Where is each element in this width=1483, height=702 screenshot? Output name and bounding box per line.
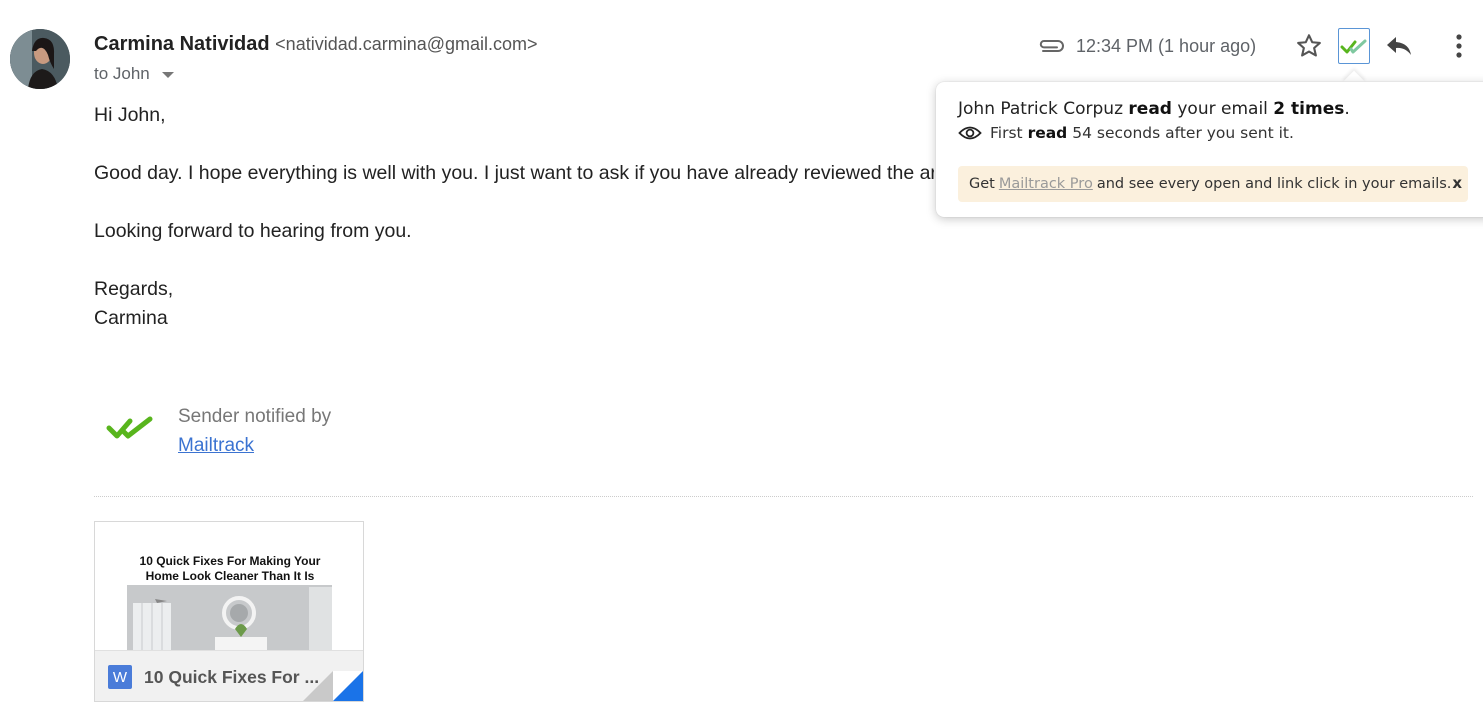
email-view: Carmina Natividad <natividad.carmina@gma… — [0, 0, 1483, 702]
attachment-card[interactable]: 10 Quick Fixes For Making Your Home Look… — [94, 521, 364, 702]
attachment-preview-title: 10 Quick Fixes For Making Your Home Look… — [139, 554, 321, 583]
banner-get: Get — [969, 176, 995, 192]
attachment-filename: 10 Quick Fixes For ... — [144, 666, 320, 687]
first-read-word: read — [1027, 124, 1068, 142]
sender-line: Carmina Natividad <natividad.carmina@gma… — [94, 33, 538, 56]
email-timestamp[interactable]: 12:34 PM (1 hour ago) — [1076, 36, 1256, 57]
body-paragraph: Looking forward to hearing from you. — [94, 220, 412, 242]
mailtrack-read-popover: John Patrick Corpuz read your email 2 ti… — [936, 82, 1483, 217]
mailtrack-check-icon — [106, 416, 153, 439]
summary-mid: your email — [1177, 99, 1268, 119]
more-options-button[interactable] — [1443, 28, 1475, 64]
read-summary: John Patrick Corpuz read your email 2 ti… — [958, 99, 1350, 119]
body-closing: Regards, — [94, 278, 174, 300]
first-read-line: First read 54 seconds after you sent it. — [958, 124, 1294, 142]
body-signature-name: Carmina — [94, 307, 168, 329]
first-prefix: First — [990, 124, 1023, 142]
attachment-corner-fold — [303, 671, 363, 701]
recipient-details[interactable]: to John — [94, 64, 174, 84]
reply-icon — [1387, 37, 1411, 55]
sender-avatar[interactable] — [10, 29, 70, 89]
header-meta: 12:34 PM (1 hour ago) — [1036, 28, 1256, 64]
reply-button[interactable] — [1383, 28, 1415, 64]
paperclip-icon — [1039, 40, 1064, 52]
banner-text: and see every open and link click in you… — [1096, 176, 1452, 192]
body-greeting: Hi John, — [94, 104, 166, 126]
chevron-down-icon[interactable] — [161, 72, 174, 78]
recipient-label: to John — [94, 64, 150, 83]
attachment-preview-image — [127, 585, 332, 651]
sender-notified-text: Sender notified by — [178, 406, 332, 427]
read-word: read — [1128, 99, 1172, 119]
eye-icon — [958, 126, 982, 140]
mailtrack-status-button[interactable] — [1338, 28, 1370, 64]
word-file-icon: W — [108, 665, 132, 689]
mailtrack-link[interactable]: Mailtrack — [178, 435, 254, 457]
reader-name: John Patrick Corpuz — [958, 99, 1123, 119]
sender-name[interactable]: Carmina Natividad — [94, 33, 270, 55]
room-photo — [127, 585, 332, 651]
mailtrack-pro-link[interactable]: Mailtrack Pro — [999, 176, 1093, 192]
star-button[interactable] — [1293, 28, 1325, 64]
avatar-photo — [10, 29, 70, 89]
first-read-detail: 54 seconds after you sent it. — [1072, 124, 1294, 142]
more-vert-icon — [1456, 34, 1462, 58]
close-icon[interactable]: x — [1452, 174, 1462, 192]
read-count: 2 times — [1273, 99, 1345, 119]
mailtrack-double-check-icon — [1340, 39, 1367, 54]
body-paragraph: Good day. I hope everything is well with… — [94, 162, 934, 184]
attachment-divider — [94, 496, 1473, 497]
upgrade-banner: Get Mailtrack Pro and see every open and… — [958, 166, 1468, 202]
star-icon — [1297, 34, 1321, 57]
sender-email: <natividad.carmina@gmail.com> — [275, 34, 538, 54]
